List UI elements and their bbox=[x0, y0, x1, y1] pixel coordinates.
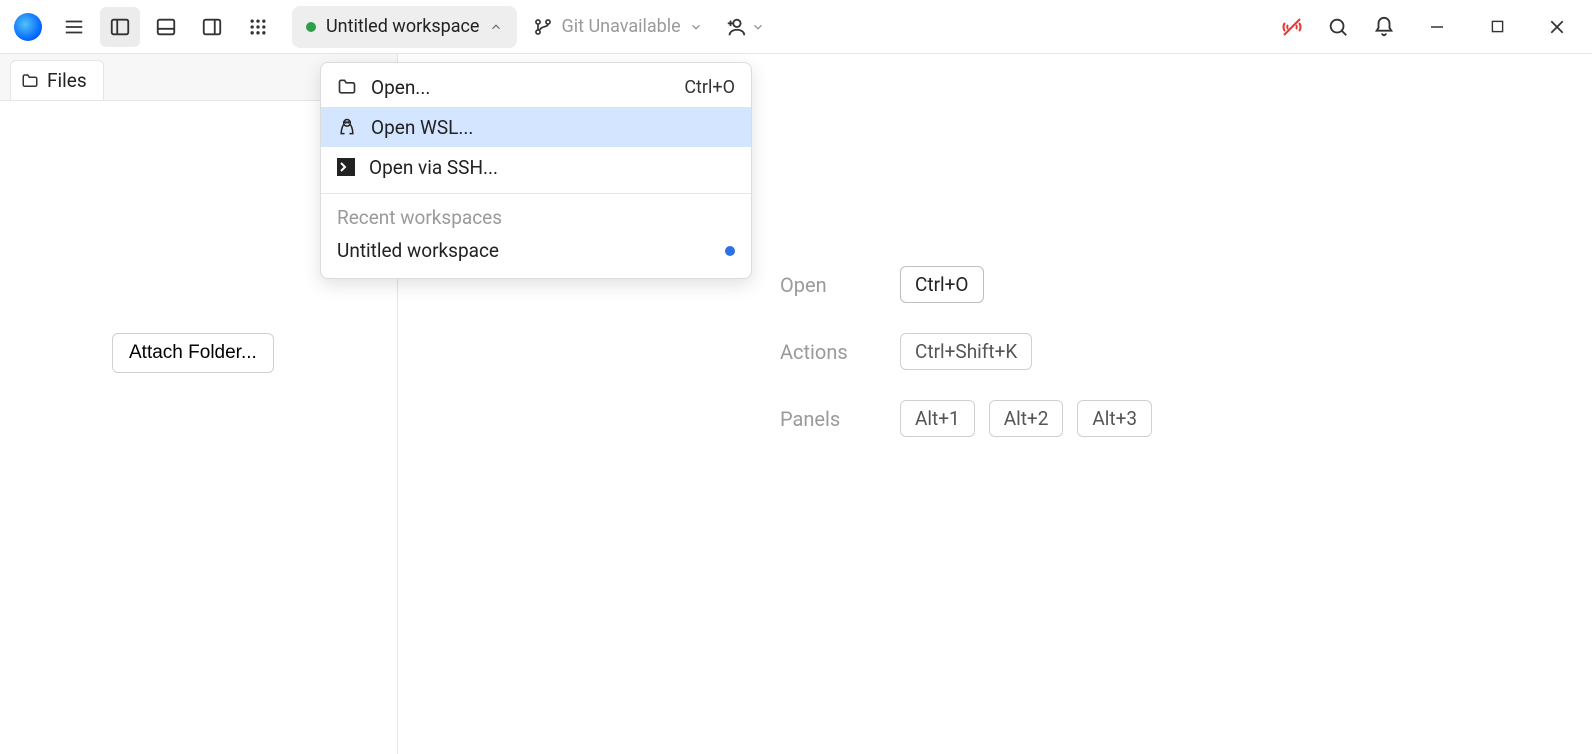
menu-item-open-ssh[interactable]: Open via SSH... bbox=[321, 147, 751, 187]
search-icon bbox=[1327, 16, 1349, 38]
chevron-down-icon bbox=[751, 20, 765, 34]
folder-icon bbox=[337, 77, 357, 97]
menu-item-open-wsl[interactable]: Open WSL... bbox=[321, 107, 751, 147]
welcome-hints: Open Ctrl+O Actions Ctrl+Shift+K Panels … bbox=[780, 266, 1152, 437]
workspace-dropdown-button[interactable]: Untitled workspace bbox=[292, 6, 517, 48]
notifications-button[interactable] bbox=[1364, 7, 1404, 47]
git-status-dropdown[interactable]: Git Unavailable bbox=[523, 16, 712, 37]
menu-item-open-label: Open... bbox=[371, 76, 430, 99]
chevron-down-icon bbox=[689, 20, 703, 34]
window-maximize-button[interactable] bbox=[1470, 7, 1524, 47]
hint-open-label: Open bbox=[780, 273, 900, 297]
hint-panel-key-3: Alt+3 bbox=[1077, 400, 1152, 437]
recent-workspace-label: Untitled workspace bbox=[337, 239, 499, 262]
workspace-label: Untitled workspace bbox=[326, 16, 479, 37]
menu-item-open-shortcut: Ctrl+O bbox=[684, 77, 735, 98]
bell-icon bbox=[1373, 16, 1395, 38]
signal-off-icon bbox=[1280, 15, 1304, 39]
git-status-label: Git Unavailable bbox=[561, 16, 680, 37]
recent-workspace-item[interactable]: Untitled workspace bbox=[321, 233, 751, 268]
menu-item-open-ssh-label: Open via SSH... bbox=[369, 156, 498, 179]
panel-bottom-button[interactable] bbox=[146, 7, 186, 47]
panel-right-button[interactable] bbox=[192, 7, 232, 47]
hint-panel-key-2: Alt+2 bbox=[989, 400, 1064, 437]
linux-icon bbox=[337, 117, 357, 137]
window-close-button[interactable] bbox=[1530, 7, 1584, 47]
add-user-dropdown[interactable] bbox=[719, 16, 771, 38]
files-tab-label: Files bbox=[47, 69, 87, 92]
hint-actions-key: Ctrl+Shift+K bbox=[900, 333, 1032, 370]
workspace-status-dot bbox=[306, 22, 316, 32]
chevron-up-icon bbox=[489, 20, 503, 34]
folder-icon bbox=[21, 72, 39, 90]
panel-left-button[interactable] bbox=[100, 7, 140, 47]
terminal-icon bbox=[337, 158, 355, 176]
recent-active-dot bbox=[725, 246, 735, 256]
window-minimize-button[interactable] bbox=[1410, 7, 1464, 47]
maximize-icon bbox=[1491, 20, 1504, 33]
files-tab[interactable]: Files bbox=[10, 60, 104, 100]
git-branch-icon bbox=[533, 17, 553, 37]
hint-panel-key-1: Alt+1 bbox=[900, 400, 975, 437]
hint-open-key: Ctrl+O bbox=[900, 266, 984, 303]
search-button[interactable] bbox=[1318, 7, 1358, 47]
minimize-icon bbox=[1430, 20, 1444, 34]
menu-item-open[interactable]: Open... Ctrl+O bbox=[321, 67, 751, 107]
hamburger-menu-button[interactable] bbox=[54, 7, 94, 47]
close-icon bbox=[1549, 19, 1565, 35]
attach-folder-button[interactable]: Attach Folder... bbox=[112, 333, 274, 373]
workbench-body: Files Attach Folder... Open Ctrl+O Actio… bbox=[0, 54, 1592, 754]
apps-grid-button[interactable] bbox=[238, 7, 278, 47]
person-add-icon bbox=[725, 16, 747, 38]
titlebar: Untitled workspace Git Unavailable bbox=[0, 0, 1592, 54]
menu-separator bbox=[321, 193, 751, 194]
menu-item-open-wsl-label: Open WSL... bbox=[371, 116, 473, 139]
app-logo bbox=[14, 13, 42, 41]
recent-workspaces-header: Recent workspaces bbox=[321, 200, 751, 233]
hint-panels-label: Panels bbox=[780, 407, 900, 431]
offline-indicator[interactable] bbox=[1272, 7, 1312, 47]
hint-actions-label: Actions bbox=[780, 340, 900, 364]
workspace-dropdown-menu: Open... Ctrl+O Open WSL... Open via SSH.… bbox=[320, 62, 752, 279]
